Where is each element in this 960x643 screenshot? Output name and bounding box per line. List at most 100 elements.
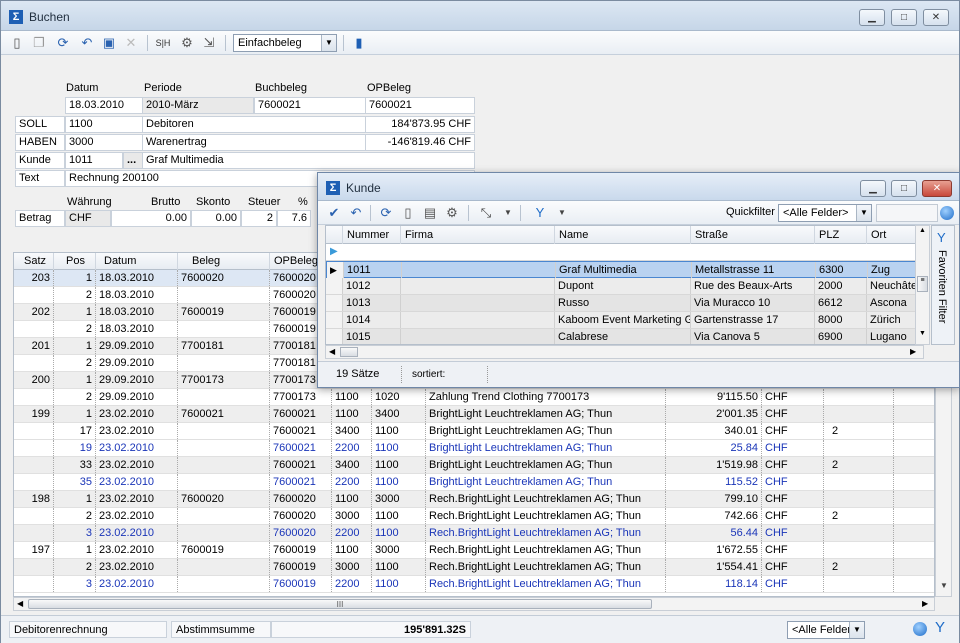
checkmark-icon[interactable]: ✔ <box>326 205 342 221</box>
kunde-row[interactable]: 1013 Russo Via Muracco 10 6612 Ascona <box>326 295 923 312</box>
skonto-field[interactable]: 0.00 <box>191 210 241 227</box>
table-row[interactable]: 2 29.09.2010 7700173 1100 1020 Zahlung Trend … <box>14 389 934 406</box>
kunde-browse-button[interactable]: ... <box>123 152 143 169</box>
table-row[interactable]: 2 23.02.2010 7600019 3000 1100 Rech.BrightLig… <box>14 559 934 576</box>
refresh-icon[interactable]: ⟳ <box>55 35 71 51</box>
table-row[interactable]: 197 1 23.02.2010 7600019 7600019 1100 3000 Rech… <box>14 542 934 559</box>
column-header-beleg[interactable]: Beleg <box>178 253 270 270</box>
cell-beleg: 7600019 <box>178 542 270 558</box>
kunde-vertical-scrollbar[interactable]: ▲ ≡ ▼ <box>915 225 930 345</box>
undo-icon[interactable]: ↶ <box>79 35 95 51</box>
cell-soll: 2200 <box>332 474 372 490</box>
brutto-field[interactable]: 0.00 <box>111 210 191 227</box>
periode-header: Periode <box>144 82 182 94</box>
filter-icon[interactable]: Y <box>935 619 945 636</box>
delete-icon[interactable]: ✕ <box>123 35 139 51</box>
cell-opbeleg: 7600021 <box>270 423 332 439</box>
form-view-icon[interactable]: ▤ <box>422 205 438 221</box>
kunde-column-name[interactable]: Name <box>555 226 691 244</box>
pointer-tool-icon[interactable]: ⤡ <box>478 205 494 221</box>
haben-label: HABEN <box>15 134 65 151</box>
maximize-button[interactable]: □ <box>891 9 917 26</box>
scroll-right-icon[interactable]: ▶ <box>922 599 928 608</box>
periode-field[interactable]: 2010-März <box>142 97 254 114</box>
scroll-right-icon[interactable]: ▶ <box>910 347 916 356</box>
buchbeleg-field[interactable]: 7600021 <box>254 97 366 114</box>
copy-icon[interactable]: ❐ <box>31 35 47 51</box>
soll-konto-field[interactable]: 1100 <box>65 116 143 133</box>
waehrung-field[interactable]: CHF <box>65 210 111 227</box>
kunde-column-nummer[interactable]: Nummer <box>343 226 401 244</box>
table-row[interactable]: 199 1 23.02.2010 7600021 7600021 1100 3400 Brig… <box>14 406 934 423</box>
new-document-icon[interactable]: ▯ <box>400 205 416 221</box>
opbeleg-field[interactable]: 7600021 <box>365 97 475 114</box>
save-icon[interactable]: ▣ <box>101 35 117 51</box>
close-button[interactable]: ✕ <box>923 9 949 26</box>
undo-icon[interactable]: ↶ <box>348 205 364 221</box>
vertical-scroll-thumb[interactable]: ≡ <box>917 276 928 292</box>
table-row[interactable]: 198 1 23.02.2010 7600020 7600020 1100 3000 Rech… <box>14 491 934 508</box>
column-header-satz[interactable]: Satz <box>14 253 54 270</box>
kunde-filter-row[interactable]: ▶ <box>326 244 923 261</box>
scroll-left-icon[interactable]: ◀ <box>17 599 23 608</box>
table-row[interactable]: 19 23.02.2010 7600021 2200 1100 BrightLight L… <box>14 440 934 457</box>
column-header-pos[interactable]: Pos <box>54 253 96 270</box>
kunde-row[interactable]: 1015 Calabrese Via Canova 5 6900 Lugano <box>326 329 923 344</box>
document-arrow-icon[interactable]: ⇲ <box>201 35 217 51</box>
kunde-row[interactable]: 1012 Dupont Rue des Beaux-Arts 2000 Neuchâte… <box>326 278 923 295</box>
kunde-horizontal-scrollbar[interactable]: ◀ ▶ <box>325 345 924 359</box>
soll-haben-icon[interactable]: S|H <box>155 35 171 51</box>
kunde-column-strasse[interactable]: Straße <box>691 226 815 244</box>
datum-field[interactable]: 18.03.2010 <box>65 97 143 114</box>
scroll-up-icon[interactable]: ▲ <box>919 227 926 234</box>
table-row[interactable]: 17 23.02.2010 7600021 3400 1100 BrightLight L… <box>14 423 934 440</box>
table-row[interactable]: 35 23.02.2010 7600021 2200 1100 BrightLight L… <box>14 474 934 491</box>
kunde-column-plz[interactable]: PLZ <box>815 226 867 244</box>
skonto-header: Skonto <box>196 196 231 208</box>
quickfilter-input[interactable] <box>876 204 938 222</box>
kunde-maximize-button[interactable]: □ <box>891 180 917 197</box>
cell-satz: 198 <box>14 491 54 507</box>
horizontal-scroll-thumb[interactable] <box>340 347 358 357</box>
quickfilter-select[interactable]: <Alle Felder> ▼ <box>778 204 872 222</box>
book-icon[interactable]: ▮ <box>351 35 367 51</box>
scroll-left-icon[interactable]: ◀ <box>329 347 335 356</box>
new-document-icon[interactable]: ▯ <box>9 35 25 51</box>
horizontal-scroll-thumb[interactable]: III <box>28 599 652 609</box>
kunde-minimize-button[interactable]: ▁ <box>860 180 886 197</box>
properties-icon[interactable]: ⚙ <box>444 205 460 221</box>
kunde-row[interactable]: ▶ 1011 Graf Multimedia Metallstrasse 11 6300… <box>326 261 923 278</box>
chevron-down-icon[interactable]: ▼ <box>500 205 516 221</box>
table-row[interactable]: 33 23.02.2010 7600021 3400 1100 BrightLight L… <box>14 457 934 474</box>
globe-icon[interactable] <box>913 622 927 636</box>
kunde-row[interactable]: 1014 Kaboom Event Marketing GmbHGartenstr… <box>326 312 923 329</box>
scroll-down-icon[interactable]: ▼ <box>919 330 926 337</box>
refresh-icon[interactable]: ⟳ <box>378 205 394 221</box>
brutto-header: Brutto <box>151 196 181 208</box>
status-filter-select[interactable]: <Alle Felder> ▼ <box>787 621 865 639</box>
column-header-datum[interactable]: Datum <box>96 253 178 270</box>
haben-konto-field[interactable]: 3000 <box>65 134 143 151</box>
globe-icon[interactable] <box>940 206 954 220</box>
table-row[interactable]: 3 23.02.2010 7600019 2200 1100 Rech.BrightLig… <box>14 576 934 593</box>
kunde-close-button[interactable]: ✕ <box>922 180 952 197</box>
filter-icon[interactable]: Y <box>532 205 548 221</box>
steuer-field[interactable]: 2 <box>241 210 277 227</box>
chevron-down-icon[interactable]: ▼ <box>849 622 864 638</box>
cell-betrag: 742.66 <box>666 508 762 524</box>
properties-icon[interactable]: ⚙ <box>179 35 195 51</box>
minimize-button[interactable]: ▁ <box>859 9 885 26</box>
cell-pos: 3 <box>54 576 96 592</box>
kunde-nummer-field[interactable]: 1011 <box>65 152 123 169</box>
chevron-down-icon[interactable]: ▼ <box>554 205 570 221</box>
chevron-down-icon[interactable]: ▼ <box>856 205 871 221</box>
scroll-down-icon[interactable]: ▼ <box>940 581 948 590</box>
favoriten-filter-tab[interactable]: Y Favoriten Filter <box>931 225 955 345</box>
belegart-select[interactable]: Einfachbeleg ▼ <box>233 34 337 52</box>
cell-satz: 203 <box>14 270 54 286</box>
chevron-down-icon[interactable]: ▼ <box>321 35 336 51</box>
kunde-column-firma[interactable]: Firma <box>401 226 555 244</box>
table-row[interactable]: 3 23.02.2010 7600020 2200 1100 Rech.BrightLig… <box>14 525 934 542</box>
table-row[interactable]: 2 23.02.2010 7600020 3000 1100 Rech.BrightLig… <box>14 508 934 525</box>
journal-horizontal-scrollbar[interactable]: ◀ III ▶ <box>13 597 935 611</box>
